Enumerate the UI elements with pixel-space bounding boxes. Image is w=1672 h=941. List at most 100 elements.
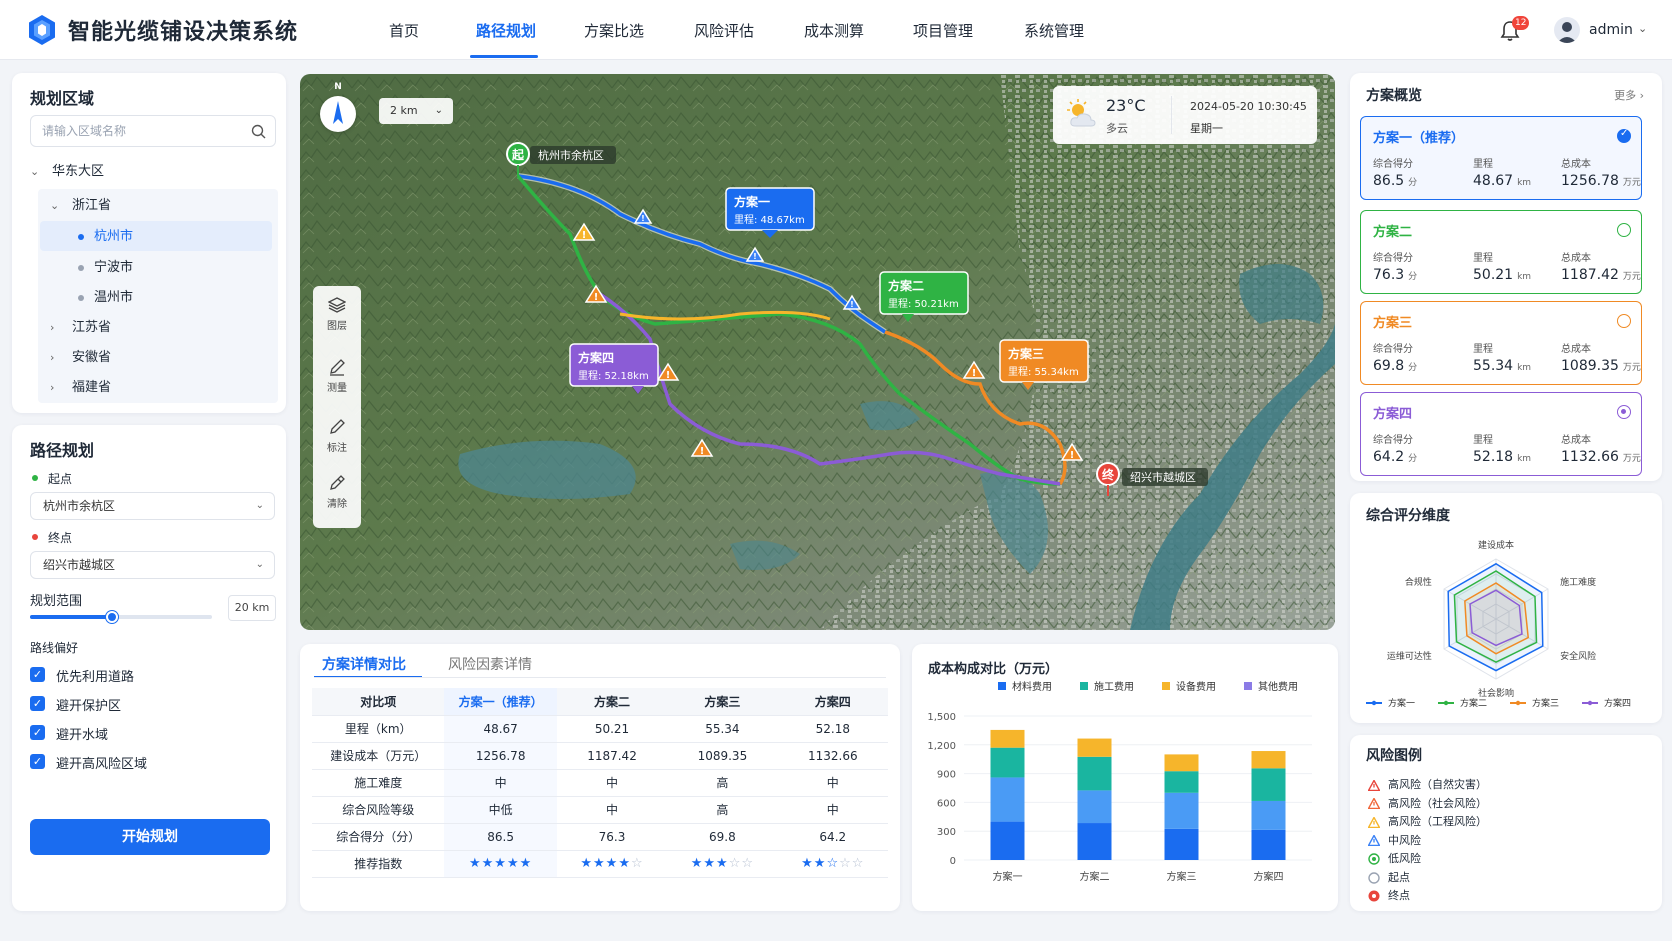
checkbox-prefer-roads[interactable]: ✓ <box>30 667 45 682</box>
low-risk-circle-icon <box>1368 853 1380 865</box>
layers-icon <box>327 297 347 313</box>
bar-segment-3[interactable] <box>990 747 1025 778</box>
region-panel: 规划区域 ⌄华东大区 ⌄浙江省 杭州市 宁波市 温州市 ›江苏省 ›安徽省 ›福… <box>12 73 286 413</box>
bar-segment-4[interactable] <box>1164 754 1199 772</box>
plan-radio-icon[interactable] <box>1617 223 1631 237</box>
bar-segment-3[interactable] <box>1251 768 1286 801</box>
risk-legend-label: 高风险（自然灾害） <box>1388 778 1487 791</box>
tree-node-fujian[interactable]: › 福建省 <box>50 374 111 402</box>
bar-segment-1[interactable] <box>1164 828 1199 860</box>
y-tick-label: 1,200 <box>927 741 956 752</box>
x-tick-label: 方案二 <box>1080 870 1110 883</box>
nav-risk-assessment[interactable]: 风险评估 <box>694 20 754 41</box>
scale-selector[interactable]: 2 km ⌄ <box>379 98 453 124</box>
bar-segment-3[interactable] <box>1164 771 1199 793</box>
tab-plan-comparison[interactable]: 方案详情对比 <box>322 654 406 674</box>
y-tick-label: 900 <box>937 770 956 781</box>
plan-radio-icon[interactable]: ✓ <box>1617 128 1631 143</box>
bar-segment-2[interactable] <box>1251 800 1286 830</box>
plan-radio-icon[interactable] <box>1617 405 1631 419</box>
bar-segment-1[interactable] <box>1077 823 1112 860</box>
nav-home[interactable]: 首页 <box>389 20 419 41</box>
bar-segment-4[interactable] <box>1077 738 1112 757</box>
tool-layers-button[interactable]: 图层 <box>314 296 360 332</box>
start-select[interactable]: 杭州市余杭区 ⌄ <box>30 492 275 520</box>
bullet-icon <box>78 294 84 301</box>
region-search[interactable] <box>30 115 276 147</box>
table-header: 对比项 <box>312 688 445 716</box>
tree-node-wenzhou[interactable]: 温州市 <box>78 284 133 312</box>
range-slider-track[interactable] <box>30 611 212 623</box>
route-map[interactable]: 起 杭州市余杭区 终 绍兴市越城区 ! ! ! ! ! ! ! ! ! 方案一 … <box>300 74 1335 630</box>
checkbox-avoid-high-risk[interactable]: ✓ <box>30 754 45 769</box>
tree-node-east-china[interactable]: ⌄ 华东大区 <box>30 158 104 186</box>
weather-divider <box>1171 96 1172 134</box>
bar-segment-2[interactable] <box>1077 790 1112 824</box>
user-menu-chevron-icon[interactable]: ⌄ <box>1638 22 1647 35</box>
plan-cost-value: 1256.78 万元 <box>1561 173 1641 189</box>
nav-route-planning[interactable]: 路径规划 <box>476 20 536 41</box>
nav-cost-estimation[interactable]: 成本测算 <box>804 20 864 41</box>
tab-risk-factors[interactable]: 风险因素详情 <box>448 654 532 674</box>
table-cell: 中 <box>444 769 557 797</box>
range-value-box[interactable]: 20 km <box>228 595 276 621</box>
region-search-input[interactable] <box>31 116 275 146</box>
bar-segment-2[interactable] <box>990 777 1025 822</box>
plan-overview-more-link[interactable]: 更多 › <box>1614 87 1644 103</box>
chevron-down-icon: ⌄ <box>255 500 264 511</box>
username[interactable]: admin <box>1589 22 1633 38</box>
table-cell: 中 <box>556 796 668 824</box>
plan-dist-number: 52.18 <box>1473 449 1514 465</box>
plan-name: 方案三 <box>1373 316 1413 331</box>
legend-swatch <box>1162 682 1170 690</box>
plan-card[interactable]: 方案二 综合得分 76.3 分 里程 50.21 km 总成本 1187.42 万元 <box>1360 210 1642 294</box>
table-header: 方案四 <box>777 688 888 716</box>
checkbox-avoid-protected[interactable]: ✓ <box>30 696 45 711</box>
radar-legend-dot <box>1443 700 1449 706</box>
end-select[interactable]: 绍兴市越城区 ⌄ <box>30 551 275 579</box>
user-avatar[interactable] <box>1554 17 1580 43</box>
table-cell: 综合得分（分） <box>312 823 445 851</box>
plan-cost-label: 总成本 <box>1561 159 1591 170</box>
range-slider-handle[interactable] <box>105 611 118 623</box>
radar-axis-label: 安全风险 <box>1560 650 1596 662</box>
bar-segment-3[interactable] <box>1077 756 1112 791</box>
callout-plan-2-name: 方案二 <box>888 278 924 293</box>
nav-project-management[interactable]: 项目管理 <box>913 20 973 41</box>
tree-node-jiangsu[interactable]: › 江苏省 <box>50 314 111 342</box>
table-cell: 中低 <box>444 796 557 824</box>
bar-segment-4[interactable] <box>1251 751 1286 769</box>
tool-annotate-button[interactable]: 标注 <box>314 418 360 454</box>
start-planning-button[interactable]: 开始规划 <box>30 819 270 855</box>
table-cell: 建设成本（万元） <box>312 742 445 770</box>
checkbox-label: 避开保护区 <box>56 699 122 714</box>
plan-card[interactable]: 方案三 综合得分 69.8 分 里程 55.34 km 总成本 1089.35 万元 <box>1360 301 1642 385</box>
warning-triangle-icon <box>1367 834 1381 847</box>
plan-radio-icon[interactable] <box>1617 314 1631 328</box>
plan-card[interactable]: 方案四 综合得分 64.2 分 里程 52.18 km 总成本 1132.66 万元 <box>1360 392 1642 476</box>
tree-node-zhejiang[interactable]: ⌄ 浙江省 <box>50 192 111 220</box>
search-icon[interactable] <box>251 124 266 139</box>
y-tick-label: 0 <box>950 856 956 867</box>
tree-node-anhui[interactable]: › 安徽省 <box>50 344 111 372</box>
nav-plan-comparison[interactable]: 方案比选 <box>584 20 644 41</box>
bar-segment-1[interactable] <box>990 821 1025 860</box>
compass[interactable]: N <box>320 82 356 132</box>
tool-measure-button[interactable]: 测量 <box>314 358 360 394</box>
tool-clear-button[interactable]: 清除 <box>314 474 360 510</box>
top-header: 智能光缆铺设决策系统 首页 路径规划 方案比选 风险评估 成本测算 项目管理 系… <box>0 0 1672 60</box>
tree-node-ningbo[interactable]: 宁波市 <box>78 254 133 282</box>
checkbox-avoid-water[interactable]: ✓ <box>30 725 45 740</box>
tree-node-hangzhou[interactable]: 杭州市 <box>78 223 133 251</box>
chevron-right-icon: › <box>50 321 55 334</box>
plan-cost-number: 1132.66 <box>1561 449 1619 465</box>
plan-score-value: 86.5 分 <box>1373 173 1417 189</box>
nav-system-management[interactable]: 系统管理 <box>1024 20 1084 41</box>
bar-segment-2[interactable] <box>1164 792 1199 829</box>
bar-segment-4[interactable] <box>990 729 1025 748</box>
bar-segment-1[interactable] <box>1251 829 1286 860</box>
plan-card[interactable]: 方案一（推荐） ✓ 综合得分 86.5 分 里程 48.67 km 总成本 1256.78 万元 <box>1360 116 1642 200</box>
radar-legend-dot <box>1515 700 1521 706</box>
star-rating: ★★☆☆☆ <box>777 850 888 878</box>
terrain-map-canvas[interactable]: 起 杭州市余杭区 终 绍兴市越城区 ! ! ! ! ! ! ! ! ! 方案一 … <box>300 74 1335 630</box>
